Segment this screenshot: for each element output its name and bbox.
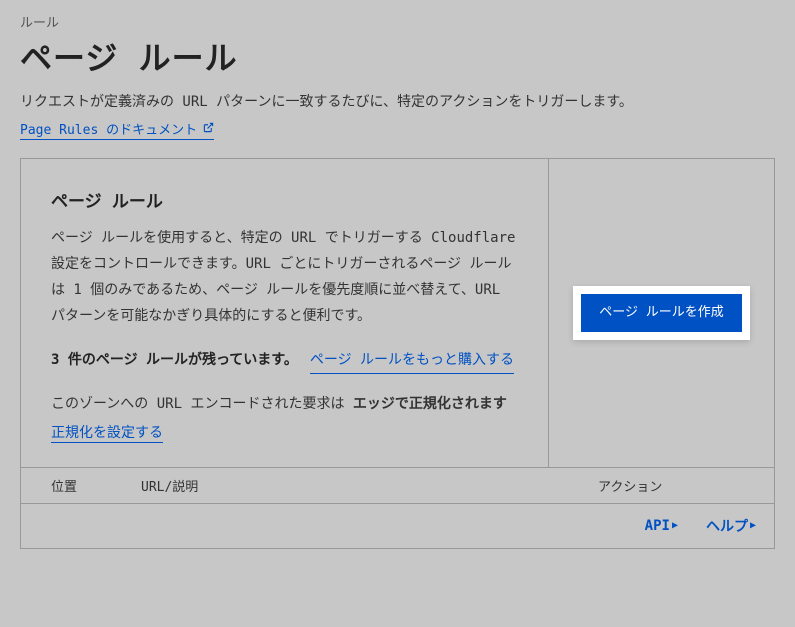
table-header-row: 位置 URL/説明 アクション xyxy=(21,468,774,504)
col-header-position: 位置 xyxy=(51,476,141,495)
remaining-count: 3 件のページ ルールが残っています。 xyxy=(51,348,298,373)
api-link[interactable]: API ▶ xyxy=(645,518,678,534)
create-page-rule-button[interactable]: ページ ルールを作成 xyxy=(581,294,742,332)
panel-description: ページ ルールを使用すると、特定の URL でトリガーする Cloudflare… xyxy=(51,226,518,330)
help-link[interactable]: ヘルプ ▶ xyxy=(706,516,756,536)
panel-info: ページ ルール ページ ルールを使用すると、特定の URL でトリガーする Cl… xyxy=(21,159,549,467)
caret-right-icon: ▶ xyxy=(750,520,756,531)
create-button-container: ページ ルールを作成 xyxy=(573,286,750,340)
page-title: ページ ルール xyxy=(20,33,775,79)
panel-footer: API ▶ ヘルプ ▶ xyxy=(21,504,774,548)
page-subtitle: リクエストが定義済みの URL パターンに一致するたびに、特定のアクションをトリ… xyxy=(20,91,775,111)
external-link-icon xyxy=(203,122,214,136)
encode-status: エッジで正規化されます xyxy=(353,396,507,412)
caret-right-icon: ▶ xyxy=(672,520,678,531)
buy-more-link[interactable]: ページ ルールをもっと購入する xyxy=(310,348,514,375)
panel-action-area: ページ ルールを作成 xyxy=(549,159,774,467)
doc-link[interactable]: Page Rules のドキュメント xyxy=(20,119,214,140)
help-label: ヘルプ xyxy=(706,516,748,536)
api-label: API xyxy=(645,518,670,534)
col-header-url: URL/説明 xyxy=(141,476,598,495)
normalize-settings-link[interactable]: 正規化を設定する xyxy=(51,422,163,443)
breadcrumb: ルール xyxy=(20,12,775,31)
doc-link-label: Page Rules のドキュメント xyxy=(20,119,197,138)
rules-panel: ページ ルール ページ ルールを使用すると、特定の URL でトリガーする Cl… xyxy=(20,158,775,549)
col-header-action: アクション xyxy=(598,476,758,495)
encode-prefix: このゾーンへの URL エンコードされた要求は xyxy=(51,396,353,412)
encode-info: このゾーンへの URL エンコードされた要求は エッジで正規化されます xyxy=(51,392,518,417)
panel-heading: ページ ルール xyxy=(51,187,518,212)
